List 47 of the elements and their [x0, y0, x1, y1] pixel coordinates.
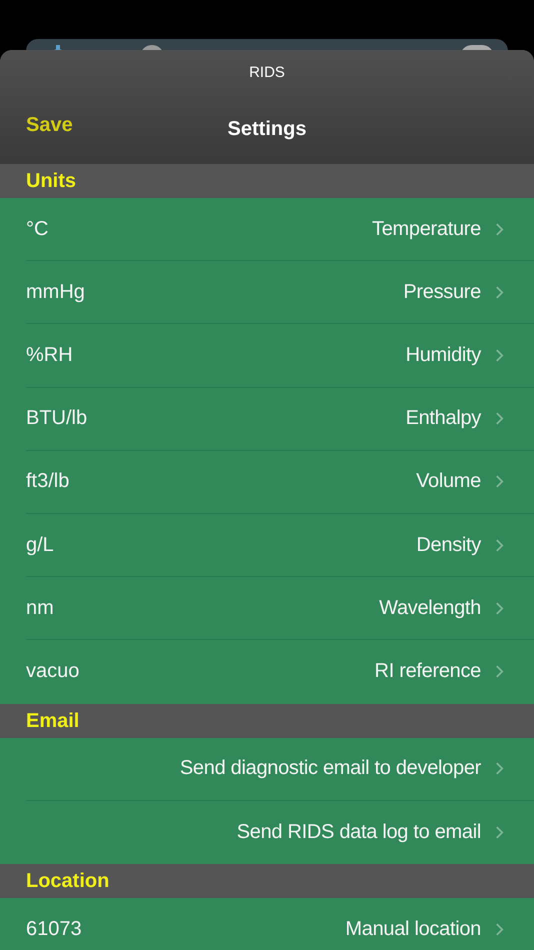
- settings-row[interactable]: vacuo RI reference: [26, 640, 534, 704]
- row-label: Send RIDS data log to email: [236, 820, 481, 844]
- chevron-icon: [495, 474, 504, 490]
- chevron-icon: [495, 284, 504, 300]
- row-label: Enthalpy: [406, 407, 481, 430]
- section-header: Units: [0, 164, 534, 198]
- sheet-caption: RIDS: [249, 64, 285, 81]
- row-label: Humidity: [406, 344, 481, 367]
- row-value: g/L: [26, 534, 54, 557]
- chevron-icon: [495, 824, 504, 840]
- chevron-icon: [495, 348, 504, 363]
- chevron-icon: [495, 761, 504, 776]
- settings-row[interactable]: BTU/lb Enthalpy: [26, 388, 534, 451]
- settings-row[interactable]: g/L Density: [26, 514, 534, 578]
- row-value: 61073: [26, 918, 82, 941]
- chevron-icon: [495, 664, 504, 680]
- settings-row[interactable]: nm Wavelength: [26, 577, 534, 640]
- row-value: ft3/lb: [26, 470, 70, 494]
- chevron-icon: [495, 922, 504, 937]
- row-value: BTU/lb: [26, 407, 88, 430]
- page-title: Settings: [228, 118, 306, 140]
- row-label: Density: [416, 534, 481, 557]
- row-label: Send diagnostic email to developer: [180, 757, 481, 780]
- save-button[interactable]: Save: [26, 114, 73, 137]
- chevron-icon: [495, 411, 504, 426]
- chevron-icon: [495, 538, 504, 553]
- row-value: %RH: [26, 344, 73, 367]
- settings-row[interactable]: %RH Humidity: [26, 324, 534, 388]
- row-value: vacuo: [26, 660, 80, 684]
- settings-row[interactable]: Send diagnostic email to developer: [26, 738, 534, 801]
- section-header: Email: [0, 704, 534, 738]
- section-header: Location: [0, 864, 534, 898]
- row-label: RI reference: [374, 660, 481, 684]
- row-value: mmHg: [26, 280, 85, 304]
- settings-row[interactable]: °C Temperature: [26, 198, 534, 262]
- row-label: Pressure: [403, 280, 481, 304]
- row-label: Manual location: [345, 918, 481, 941]
- chevron-icon: [495, 222, 504, 237]
- row-label: Volume: [416, 470, 481, 494]
- settings-row[interactable]: ft3/lb Volume: [26, 450, 534, 514]
- row-value: nm: [26, 596, 54, 620]
- settings-row[interactable]: Send RIDS data log to email: [26, 800, 534, 864]
- row-label: Wavelength: [379, 596, 481, 620]
- row-label: Temperature: [372, 218, 481, 241]
- row-value: °C: [26, 218, 48, 241]
- settings-row[interactable]: mmHg Pressure: [26, 261, 534, 324]
- chevron-icon: [495, 600, 504, 616]
